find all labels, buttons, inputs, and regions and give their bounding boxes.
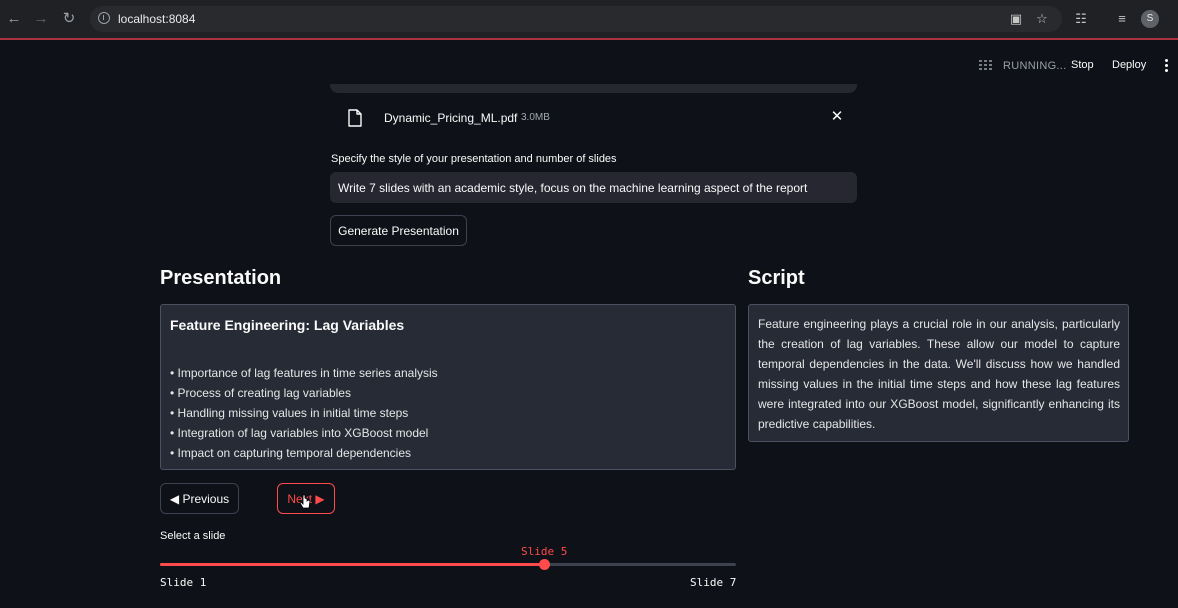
bullet-item: • Process of creating lag variables bbox=[170, 386, 351, 400]
reload-icon[interactable]: ↻ bbox=[60, 10, 78, 28]
uploaded-file-size: 3.0MB bbox=[521, 112, 550, 123]
slide-title: Feature Engineering: Lag Variables bbox=[170, 317, 405, 333]
deploy-button[interactable]: Deploy bbox=[1112, 59, 1146, 71]
address-bar[interactable]: localhost:8084 bbox=[90, 6, 1062, 32]
profile-avatar[interactable]: S bbox=[1141, 10, 1159, 28]
url-text: localhost:8084 bbox=[118, 12, 196, 26]
running-status: RUNNING... bbox=[1003, 60, 1067, 72]
bullet-item: • Impact on capturing temporal dependenc… bbox=[170, 446, 412, 460]
bullet-item: • Importance of lag features in time ser… bbox=[170, 366, 438, 380]
script-text: Feature engineering plays a crucial role… bbox=[758, 317, 1120, 431]
previous-button[interactable]: ◀ Previous bbox=[160, 483, 239, 514]
extensions-icon[interactable]: ☷ bbox=[1073, 11, 1089, 27]
presentation-heading: Presentation bbox=[160, 267, 282, 289]
slide-panel: Feature Engineering: Lag Variables • Imp… bbox=[160, 304, 736, 470]
slider-fill bbox=[160, 563, 544, 566]
slider-label: Select a slide bbox=[160, 530, 226, 542]
slider-current-value: Slide 5 bbox=[521, 545, 568, 558]
script-heading: Script bbox=[748, 267, 805, 289]
translate-icon[interactable]: ▣ bbox=[1008, 11, 1024, 27]
slide-slider[interactable] bbox=[160, 559, 736, 570]
stop-button[interactable]: Stop bbox=[1071, 59, 1094, 71]
slide-bullets: • Importance of lag features in time ser… bbox=[170, 363, 438, 463]
main-menu-icon[interactable] bbox=[1163, 59, 1169, 73]
file-icon bbox=[348, 109, 362, 127]
slider-max-label: Slide 7 bbox=[690, 576, 737, 589]
browser-toolbar: ← → ↻ localhost:8084 ▣ ☆ ☷ ≡ S bbox=[0, 0, 1178, 40]
slider-min-label: Slide 1 bbox=[160, 576, 207, 589]
back-icon[interactable]: ← bbox=[5, 10, 23, 28]
generate-presentation-button[interactable]: Generate Presentation bbox=[330, 215, 467, 246]
running-icon bbox=[979, 60, 993, 70]
site-info-icon[interactable] bbox=[98, 12, 110, 24]
media-control-icon[interactable]: ≡ bbox=[1114, 11, 1130, 27]
mouse-cursor-icon bbox=[299, 494, 311, 509]
slider-thumb[interactable] bbox=[539, 559, 550, 570]
bullet-item: • Integration of lag variables into XGBo… bbox=[170, 426, 429, 440]
remove-file-icon[interactable]: ✕ bbox=[830, 109, 844, 124]
bookmark-star-icon[interactable]: ☆ bbox=[1034, 11, 1050, 27]
bullet-item: • Handling missing values in initial tim… bbox=[170, 406, 409, 420]
script-panel: Feature engineering plays a crucial role… bbox=[748, 304, 1129, 442]
prompt-label: Specify the style of your presentation a… bbox=[331, 153, 617, 165]
forward-icon[interactable]: → bbox=[32, 10, 50, 28]
uploaded-file-name: Dynamic_Pricing_ML.pdf bbox=[384, 111, 518, 125]
prompt-input[interactable] bbox=[330, 172, 857, 203]
file-uploader-dropzone[interactable] bbox=[330, 84, 857, 93]
